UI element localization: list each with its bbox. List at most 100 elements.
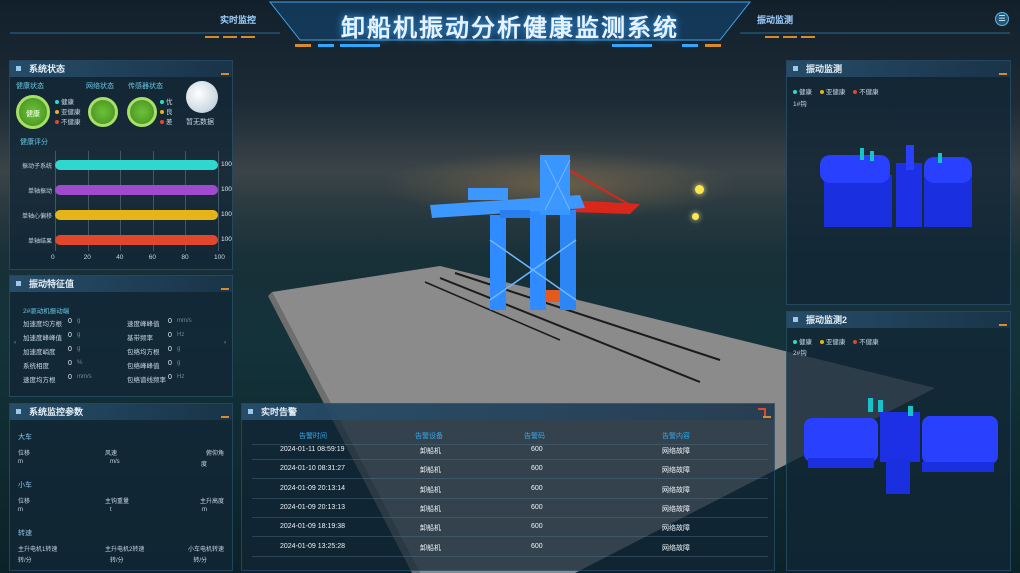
health-gauge: 健康 bbox=[16, 95, 50, 129]
alert-code: 600 bbox=[531, 523, 543, 531]
x-tick-label: 40 bbox=[116, 254, 124, 261]
bar-label: 振动子系统 bbox=[21, 164, 52, 170]
chevron-left-icon[interactable]: ‹ bbox=[14, 339, 16, 346]
feature-label: 加速度峭度 bbox=[23, 349, 56, 356]
bar-value: 100 bbox=[221, 161, 232, 168]
no-data-text: 暂无数据 bbox=[186, 119, 214, 126]
bar-label: 单轴心偏移 bbox=[21, 214, 52, 220]
param-unit: m bbox=[18, 507, 23, 513]
monitor1-legend: 健康 亚健康 不健康 bbox=[793, 86, 879, 96]
network-status-label: 网络状态 bbox=[86, 83, 114, 90]
health-legend: 健康 亚健康 不健康 bbox=[55, 98, 81, 128]
subhealthy-dot-icon bbox=[819, 90, 824, 94]
alert-time: 2024-01-09 18:19:38 bbox=[280, 523, 345, 531]
monitor2-legend: 健康 亚健康 不健康 bbox=[793, 336, 879, 346]
panel-title: 系统状态 bbox=[10, 61, 232, 77]
bar-value: 100 bbox=[221, 211, 232, 218]
health-gauge-value: 健康 bbox=[26, 111, 40, 118]
alert-time: 2024-01-10 08:31:27 bbox=[280, 465, 345, 473]
feature-label: 加速度峰峰值 bbox=[23, 335, 62, 342]
subhealthy-dot-icon bbox=[55, 110, 59, 114]
alert-time: 2024-01-11 08:59:19 bbox=[280, 446, 345, 453]
param-unit: t bbox=[110, 507, 112, 513]
health-score-label: 健康评分 bbox=[20, 139, 48, 146]
feature-unit: mm/s bbox=[177, 318, 192, 324]
bar-value: 100 bbox=[221, 186, 232, 193]
legend-subhealthy: 亚健康 bbox=[825, 339, 846, 346]
feature-label: 系统相度 bbox=[23, 363, 49, 370]
feature-label: 基带频率 bbox=[127, 335, 153, 342]
feature-label: 包络均方根 bbox=[127, 349, 160, 356]
alert-content: 网络故障 bbox=[662, 544, 690, 552]
alert-content: 网络故障 bbox=[662, 448, 690, 455]
grid-line bbox=[218, 151, 219, 251]
param-label: 主升高度 bbox=[199, 499, 224, 505]
sensor-gauge bbox=[127, 97, 157, 127]
feature-unit: g bbox=[177, 360, 181, 366]
health-status-label: 健康状态 bbox=[16, 83, 44, 90]
poor-dot-icon bbox=[160, 120, 164, 124]
nav-vibration-monitor[interactable]: 振动监测 bbox=[757, 13, 793, 26]
table-row[interactable]: 2024-01-09 13:25:28 卸船机 600 网络故障 bbox=[252, 538, 768, 557]
score-bar bbox=[55, 235, 218, 245]
menu-icon[interactable]: ☰ bbox=[995, 12, 1009, 26]
fair-dot-icon bbox=[160, 110, 164, 114]
x-tick-label: 60 bbox=[148, 254, 157, 261]
feature-value: 0 bbox=[68, 318, 72, 325]
legend-healthy: 健康 bbox=[61, 99, 74, 106]
subhealthy-dot-icon bbox=[819, 340, 824, 344]
score-bar bbox=[55, 210, 218, 220]
legend-excellent: 优 bbox=[166, 99, 173, 106]
features-subtitle: 2#驱动机振动端 bbox=[23, 308, 70, 315]
table-row[interactable]: 2024-01-09 18:19:38 卸船机 600 网络故障 bbox=[252, 518, 768, 538]
table-row[interactable]: 2024-01-09 20:13:14 卸船机 600 网络故障 bbox=[252, 480, 768, 499]
expand-icon[interactable] bbox=[758, 408, 766, 416]
table-row[interactable]: 2024-01-10 08:31:27 卸船机 600 网络故障 bbox=[252, 460, 768, 480]
param-label: 小车电机转速 bbox=[187, 547, 224, 553]
feature-value: 0 bbox=[168, 346, 172, 353]
feature-unit: mm/s bbox=[77, 374, 92, 380]
legend-unhealthy: 不健康 bbox=[61, 119, 81, 126]
legend-unhealthy: 不健康 bbox=[859, 89, 879, 96]
alert-code: 600 bbox=[531, 503, 543, 511]
alert-time: 2024-01-09 13:25:28 bbox=[280, 542, 345, 550]
bar-label: 单轴结果 bbox=[27, 239, 52, 245]
nav-realtime-monitor[interactable]: 实时监控 bbox=[220, 13, 256, 26]
alert-code: 600 bbox=[531, 446, 543, 453]
score-bar bbox=[55, 160, 218, 170]
feature-value: 0 bbox=[68, 360, 72, 367]
alert-device: 卸船机 bbox=[420, 525, 441, 533]
feature-label: 包络峰峰值 bbox=[127, 363, 160, 370]
feature-value: 0 bbox=[168, 360, 172, 367]
param-unit: 度 bbox=[200, 462, 207, 468]
table-row[interactable]: 2024-01-09 20:13:13 卸船机 600 网络故障 bbox=[252, 499, 768, 518]
score-bar bbox=[55, 185, 218, 195]
system-status-panel: 系统状态 健康状态 网络状态 传感器状态 健康 健康 亚健康 不健康 优 良 差… bbox=[9, 60, 233, 270]
param-label: 风速 bbox=[105, 451, 118, 457]
feature-unit: % bbox=[77, 360, 83, 366]
device-label: 2#钩 bbox=[793, 350, 807, 357]
legend-unhealthy: 不健康 bbox=[859, 339, 879, 346]
alert-code: 600 bbox=[531, 484, 543, 492]
legend-subhealthy: 亚健康 bbox=[825, 89, 846, 96]
vibration-features-panel: 振动特征值 2#驱动机振动端 加速度均方根 0 g 加速度峰峰值 0 g 加速度峭度 0 g 系统… bbox=[9, 275, 233, 397]
section-label: 小车 bbox=[18, 482, 32, 489]
device-label: 1#钩 bbox=[793, 101, 807, 108]
alert-device: 卸船机 bbox=[420, 448, 441, 455]
param-unit: m/s bbox=[110, 459, 120, 465]
param-label: 主升电机2转速 bbox=[105, 547, 145, 553]
chevron-right-icon[interactable]: › bbox=[224, 339, 226, 346]
alert-time: 2024-01-09 20:13:13 bbox=[280, 503, 345, 511]
feature-value: 0 bbox=[68, 332, 72, 339]
alert-device: 卸船机 bbox=[420, 486, 441, 494]
healthy-dot-icon bbox=[793, 340, 797, 344]
feature-label: 加速度均方根 bbox=[23, 321, 62, 328]
param-label: 位移 bbox=[18, 499, 31, 505]
legend-poor: 差 bbox=[166, 119, 173, 126]
x-tick-label: 20 bbox=[83, 254, 91, 261]
bar-value: 100 bbox=[221, 236, 232, 243]
table-row[interactable]: 2024-01-11 08:59:19 卸船机 600 网络故障 bbox=[252, 441, 768, 460]
feature-label: 包络谱线频率 bbox=[127, 377, 166, 384]
alert-content: 网络故障 bbox=[662, 467, 690, 475]
feature-unit: Hz bbox=[177, 332, 185, 338]
